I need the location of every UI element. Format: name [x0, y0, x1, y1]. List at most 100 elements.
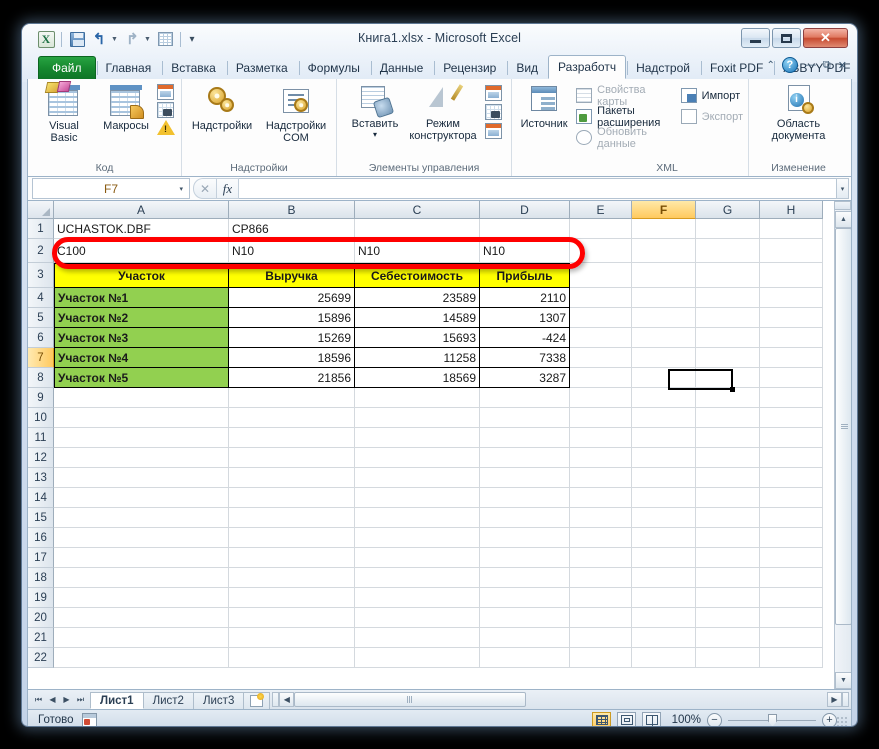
cell-g3[interactable]	[696, 263, 760, 288]
cell-d15[interactable]	[480, 508, 570, 528]
row-header-9[interactable]: 9	[28, 388, 54, 408]
refresh-data-button[interactable]: Обновить данные	[574, 126, 673, 150]
cell-c9[interactable]	[355, 388, 480, 408]
vertical-scrollbar[interactable]: ▲ ▼	[834, 201, 851, 689]
cell-b2[interactable]: N10	[229, 239, 355, 263]
column-header-b[interactable]: B	[229, 201, 355, 219]
cell-b6[interactable]: 15269	[229, 328, 355, 348]
cell-d18[interactable]	[480, 568, 570, 588]
tab-page-layout[interactable]: Разметка	[226, 57, 298, 79]
cell-f4[interactable]	[632, 288, 696, 308]
first-sheet-icon[interactable]: ⏮	[32, 692, 45, 707]
cell-g2[interactable]	[696, 239, 760, 263]
cell-e10[interactable]	[570, 408, 632, 428]
page-break-view-button[interactable]	[642, 711, 661, 726]
cell-a14[interactable]	[54, 488, 229, 508]
cell-d19[interactable]	[480, 588, 570, 608]
row-header-8[interactable]: 8	[28, 368, 54, 388]
cell-e19[interactable]	[570, 588, 632, 608]
cell-e15[interactable]	[570, 508, 632, 528]
column-header-g[interactable]: G	[696, 201, 760, 219]
cell-c8[interactable]: 18569	[355, 368, 480, 388]
cell-d10[interactable]	[480, 408, 570, 428]
sheet-tab-list1[interactable]: Лист1	[90, 692, 144, 709]
row-header-15[interactable]: 15	[28, 508, 54, 528]
cell-h20[interactable]	[760, 608, 823, 628]
cell-e18[interactable]	[570, 568, 632, 588]
macro-security-warning-icon[interactable]	[157, 120, 175, 135]
cell-g6[interactable]	[696, 328, 760, 348]
cell-h8[interactable]	[760, 368, 823, 388]
com-addins-button[interactable]: Надстройки COM	[262, 83, 330, 144]
cell-b20[interactable]	[229, 608, 355, 628]
cell-g5[interactable]	[696, 308, 760, 328]
cell-f21[interactable]	[632, 628, 696, 648]
row-header-5[interactable]: 5	[28, 308, 54, 328]
cell-g16[interactable]	[696, 528, 760, 548]
cell-c15[interactable]	[355, 508, 480, 528]
cell-d4[interactable]: 2110	[480, 288, 570, 308]
horizontal-split-grip[interactable]	[272, 692, 280, 707]
cell-a21[interactable]	[54, 628, 229, 648]
column-header-h[interactable]: H	[760, 201, 823, 219]
row-header-7[interactable]: 7	[28, 348, 54, 368]
cell-c18[interactable]	[355, 568, 480, 588]
properties-icon[interactable]	[485, 85, 502, 101]
close-button[interactable]: ✕	[803, 28, 848, 48]
name-box-dropdown-icon[interactable]: ▾	[179, 185, 183, 193]
collapse-ribbon-icon[interactable]: ⌃	[767, 60, 775, 71]
cell-b3[interactable]: Выручка	[229, 263, 355, 288]
cell-a22[interactable]	[54, 648, 229, 668]
cell-e17[interactable]	[570, 548, 632, 568]
zoom-out-button[interactable]: −	[707, 712, 722, 726]
row-header-21[interactable]: 21	[28, 628, 54, 648]
cell-c2[interactable]: N10	[355, 239, 480, 263]
cell-b15[interactable]	[229, 508, 355, 528]
insert-control-button[interactable]: Вставить ▾	[349, 83, 401, 141]
cell-b10[interactable]	[229, 408, 355, 428]
cell-b9[interactable]	[229, 388, 355, 408]
cell-h5[interactable]	[760, 308, 823, 328]
tab-file[interactable]: Файл	[38, 56, 96, 79]
cell-f20[interactable]	[632, 608, 696, 628]
tab-developer[interactable]: Разработч	[548, 55, 627, 79]
row-header-3[interactable]: 3	[28, 263, 54, 288]
cell-g7[interactable]	[696, 348, 760, 368]
cell-c10[interactable]	[355, 408, 480, 428]
cell-h18[interactable]	[760, 568, 823, 588]
cell-g22[interactable]	[696, 648, 760, 668]
cell-c3[interactable]: Себестоимость	[355, 263, 480, 288]
column-header-e[interactable]: E	[570, 201, 632, 219]
cell-f18[interactable]	[632, 568, 696, 588]
cell-f9[interactable]	[632, 388, 696, 408]
cell-a18[interactable]	[54, 568, 229, 588]
normal-view-button[interactable]	[592, 711, 611, 726]
zoom-in-button[interactable]: +	[822, 712, 837, 726]
cell-h4[interactable]	[760, 288, 823, 308]
cell-b8[interactable]: 21856	[229, 368, 355, 388]
cell-a11[interactable]	[54, 428, 229, 448]
cell-g1[interactable]	[696, 219, 760, 239]
cell-b14[interactable]	[229, 488, 355, 508]
cell-h1[interactable]	[760, 219, 823, 239]
cell-c16[interactable]	[355, 528, 480, 548]
cell-e1[interactable]	[570, 219, 632, 239]
cell-b11[interactable]	[229, 428, 355, 448]
cell-h11[interactable]	[760, 428, 823, 448]
cell-a20[interactable]	[54, 608, 229, 628]
cell-d5[interactable]: 1307	[480, 308, 570, 328]
cell-h19[interactable]	[760, 588, 823, 608]
cell-f13[interactable]	[632, 468, 696, 488]
insert-function-icon[interactable]: fx	[216, 178, 239, 199]
cell-a10[interactable]	[54, 408, 229, 428]
addins-button[interactable]: Надстройки	[188, 83, 256, 132]
resize-grip[interactable]	[836, 716, 848, 726]
cell-a13[interactable]	[54, 468, 229, 488]
cell-e8[interactable]	[570, 368, 632, 388]
cell-d17[interactable]	[480, 548, 570, 568]
name-box[interactable]: F7 ▾	[32, 178, 190, 199]
column-header-a[interactable]: A	[54, 201, 229, 219]
cell-a19[interactable]	[54, 588, 229, 608]
cell-e4[interactable]	[570, 288, 632, 308]
cell-g12[interactable]	[696, 448, 760, 468]
